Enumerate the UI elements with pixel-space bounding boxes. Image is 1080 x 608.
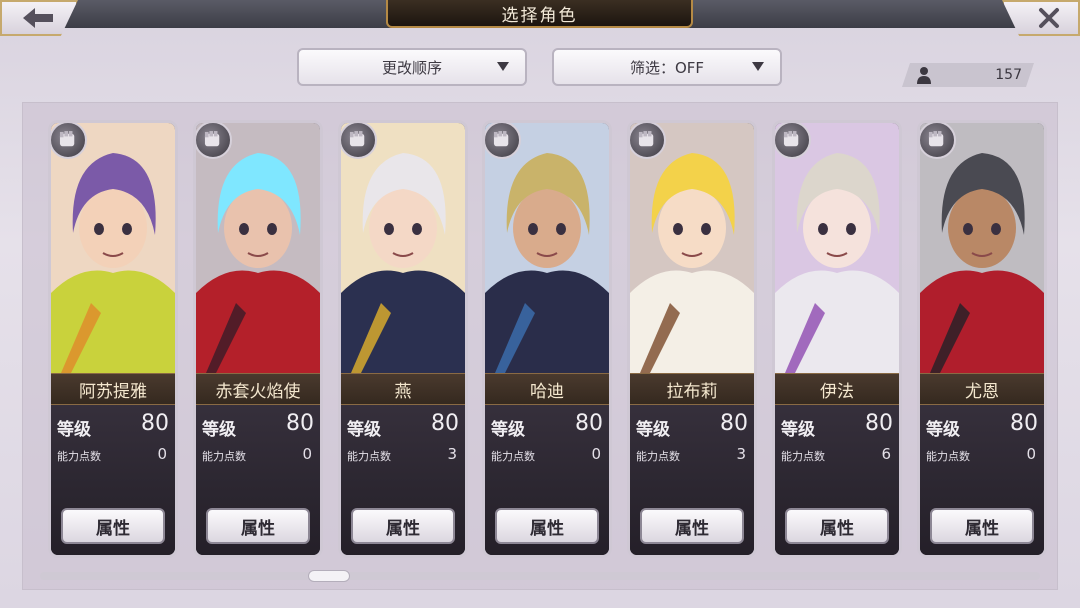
level-value: 80 — [575, 411, 603, 436]
fist-class-icon — [630, 123, 666, 159]
character-name: 伊法 — [775, 373, 899, 405]
level-label: 等级 — [202, 420, 236, 440]
arrow-left-icon — [23, 8, 53, 28]
ability-points-label: 能力点数 — [57, 450, 101, 463]
sort-order-dropdown[interactable]: 更改顺序 — [297, 48, 527, 86]
ability-points-value: 0 — [591, 445, 601, 463]
character-card[interactable]: 燕等级 80 能力点数 3 属性 — [338, 120, 468, 558]
close-icon — [1039, 8, 1059, 28]
fist-class-icon — [920, 123, 956, 159]
fist-class-icon — [775, 123, 811, 159]
filter-dropdown[interactable]: 筛选：OFF — [552, 48, 782, 86]
level-label: 等级 — [926, 420, 960, 440]
scrollbar-thumb[interactable] — [308, 570, 350, 582]
level-value: 80 — [720, 411, 748, 436]
character-count-value: 157 — [995, 67, 1022, 83]
level-value: 80 — [431, 411, 459, 436]
character-name: 赤套火焰使 — [196, 373, 320, 405]
character-portrait — [630, 123, 754, 373]
filter-label: 筛选：OFF — [629, 58, 705, 77]
ability-points-value: 0 — [1026, 445, 1036, 463]
level-label: 等级 — [781, 420, 815, 440]
character-name: 拉布莉 — [630, 373, 754, 405]
attributes-button[interactable]: 属性 — [930, 508, 1034, 544]
character-name: 燕 — [341, 373, 465, 405]
back-button[interactable] — [0, 0, 78, 36]
sort-order-label: 更改顺序 — [381, 58, 442, 77]
ability-points-label: 能力点数 — [781, 450, 825, 463]
character-portrait — [341, 123, 465, 373]
character-portrait — [485, 123, 609, 373]
attributes-button[interactable]: 属性 — [61, 508, 165, 544]
ability-points-value: 0 — [302, 445, 312, 463]
character-portrait — [196, 123, 320, 373]
level-label: 等级 — [491, 420, 525, 440]
character-name: 尤恩 — [920, 373, 1044, 405]
character-card[interactable]: 拉布莉等级 80 能力点数 3 属性 — [627, 120, 757, 558]
character-portrait — [51, 123, 175, 373]
fist-class-icon — [485, 123, 521, 159]
ability-points-label: 能力点数 — [636, 450, 680, 463]
attributes-button[interactable]: 属性 — [640, 508, 744, 544]
chevron-down-icon — [497, 62, 509, 71]
attributes-button[interactable]: 属性 — [495, 508, 599, 544]
attributes-button[interactable]: 属性 — [785, 508, 889, 544]
ability-points-value: 0 — [157, 445, 167, 463]
fist-class-icon — [51, 123, 87, 159]
fist-class-icon — [196, 123, 232, 159]
horizontal-scrollbar[interactable] — [40, 572, 1040, 580]
close-button[interactable] — [1002, 0, 1080, 36]
character-card[interactable]: 尤恩等级 80 能力点数 0 属性 — [917, 120, 1047, 558]
character-card[interactable]: 伊法等级 80 能力点数 6 属性 — [772, 120, 902, 558]
level-value: 80 — [1010, 411, 1038, 436]
level-value: 80 — [865, 411, 893, 436]
ability-points-value: 6 — [881, 445, 891, 463]
fist-class-icon — [341, 123, 377, 159]
attributes-button[interactable]: 属性 — [351, 508, 455, 544]
character-portrait — [920, 123, 1044, 373]
level-label: 等级 — [57, 420, 91, 440]
ability-points-label: 能力点数 — [347, 450, 391, 463]
chevron-down-icon — [752, 62, 764, 71]
ability-points-value: 3 — [447, 445, 457, 463]
character-portrait — [775, 123, 899, 373]
character-card[interactable]: 赤套火焰使等级 80 能力点数 0 属性 — [193, 120, 323, 558]
character-name: 哈迪 — [485, 373, 609, 405]
ability-points-label: 能力点数 — [491, 450, 535, 463]
level-label: 等级 — [636, 420, 670, 440]
character-name: 阿苏提雅 — [51, 373, 175, 405]
ability-points-label: 能力点数 — [202, 450, 246, 463]
level-value: 80 — [286, 411, 314, 436]
person-icon — [917, 67, 931, 84]
level-label: 等级 — [347, 420, 381, 440]
character-card[interactable]: 哈迪等级 80 能力点数 0 属性 — [482, 120, 612, 558]
page-title: 选择角色 — [386, 0, 693, 28]
ability-points-value: 3 — [736, 445, 746, 463]
ability-points-label: 能力点数 — [926, 450, 970, 463]
attributes-button[interactable]: 属性 — [206, 508, 310, 544]
level-value: 80 — [141, 411, 169, 436]
character-card[interactable]: 阿苏提雅等级 80 能力点数 0 属性 — [48, 120, 178, 558]
